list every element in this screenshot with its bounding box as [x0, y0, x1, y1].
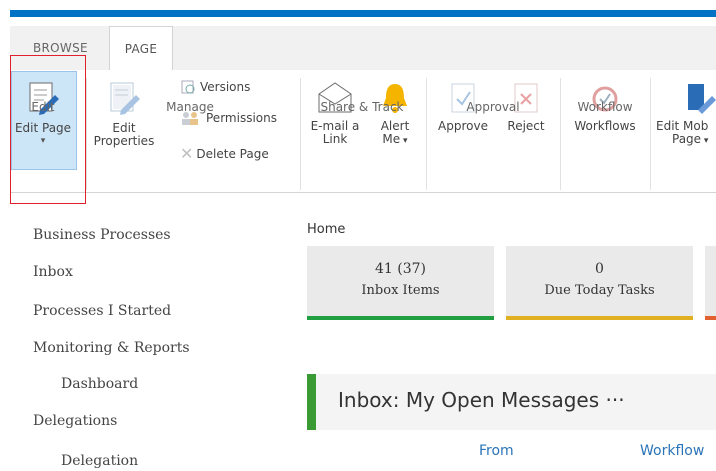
- tile-inbox-items[interactable]: 41 (37) Inbox Items: [307, 246, 494, 320]
- tile-count: 0: [595, 261, 604, 277]
- tile-label: Due Today Tasks: [544, 283, 655, 298]
- tile-status-bar: [307, 316, 494, 320]
- group-label-share: Share & Track: [320, 100, 404, 114]
- group-label-workflow: Workflow: [577, 100, 633, 114]
- panel-title[interactable]: Inbox: My Open Messages ···: [338, 388, 625, 412]
- edit-properties-icon: [110, 82, 140, 115]
- divider: [86, 78, 87, 190]
- alert-label-2: Me: [382, 132, 401, 146]
- delete-x-icon: ✕: [180, 144, 194, 163]
- nav-dashboard[interactable]: Dashboard: [61, 376, 138, 392]
- edit-properties-button[interactable]: Edit Properties: [92, 80, 156, 148]
- edit-mobile-label-2: Page: [672, 132, 702, 146]
- edit-mobile-page-button[interactable]: Edit Mob Page ▾: [656, 80, 716, 148]
- dropdown-caret-icon: ▾: [400, 136, 408, 146]
- reject-label: Reject: [507, 119, 545, 133]
- column-workflow[interactable]: Workflow: [640, 443, 704, 459]
- approve-label: Approve: [438, 119, 488, 133]
- tile-due-today[interactable]: 0 Due Today Tasks: [506, 246, 693, 320]
- nav-delegation[interactable]: Delegation: [61, 453, 138, 469]
- group-label-manage: Manage: [166, 100, 214, 114]
- inbox-panel-header: Inbox: My Open Messages ···: [307, 374, 716, 430]
- nav-monitoring-reports[interactable]: Monitoring & Reports: [33, 340, 190, 356]
- suite-bar-stripe: [10, 10, 716, 17]
- versions-label: Versions: [200, 80, 251, 94]
- divider: [426, 78, 427, 190]
- divider: [650, 78, 651, 190]
- tile-label: Inbox Items: [361, 283, 440, 298]
- workflows-label: Workflows: [574, 119, 636, 133]
- tile-count: 41 (37): [374, 261, 426, 277]
- alert-me-button[interactable]: Alert Me ▾: [372, 80, 418, 148]
- nav-business-processes[interactable]: Business Processes: [33, 227, 171, 243]
- dropdown-caret-icon: ▾: [701, 136, 709, 146]
- divider: [300, 78, 301, 190]
- nav-processes-i-started[interactable]: Processes I Started: [33, 303, 171, 319]
- delete-page-button[interactable]: ✕ Delete Page: [180, 144, 269, 163]
- tab-page[interactable]: PAGE: [109, 26, 173, 71]
- edit-properties-label-2: Properties: [93, 134, 155, 148]
- tile-status-bar: [506, 316, 693, 320]
- tile-status-bar: [705, 316, 716, 320]
- panel-stripe: [307, 374, 316, 430]
- versions-icon: [181, 80, 195, 94]
- versions-button[interactable]: Versions: [180, 79, 250, 95]
- delete-page-label: Delete Page: [196, 146, 269, 161]
- nav-inbox[interactable]: Inbox: [33, 264, 73, 280]
- mobile-page-icon: [688, 84, 716, 114]
- email-label-2: Link: [322, 132, 348, 146]
- tile-next[interactable]: [705, 246, 716, 320]
- ribbon-tabs: BROWSE PAGE: [10, 26, 716, 71]
- nav-delegations[interactable]: Delegations: [33, 413, 117, 429]
- highlight-box: [10, 55, 86, 204]
- divider: [560, 78, 561, 190]
- suite-bar: [0, 0, 716, 18]
- column-from[interactable]: From: [479, 443, 514, 459]
- breadcrumb[interactable]: Home: [307, 222, 345, 237]
- group-label-approval: Approval: [466, 100, 520, 114]
